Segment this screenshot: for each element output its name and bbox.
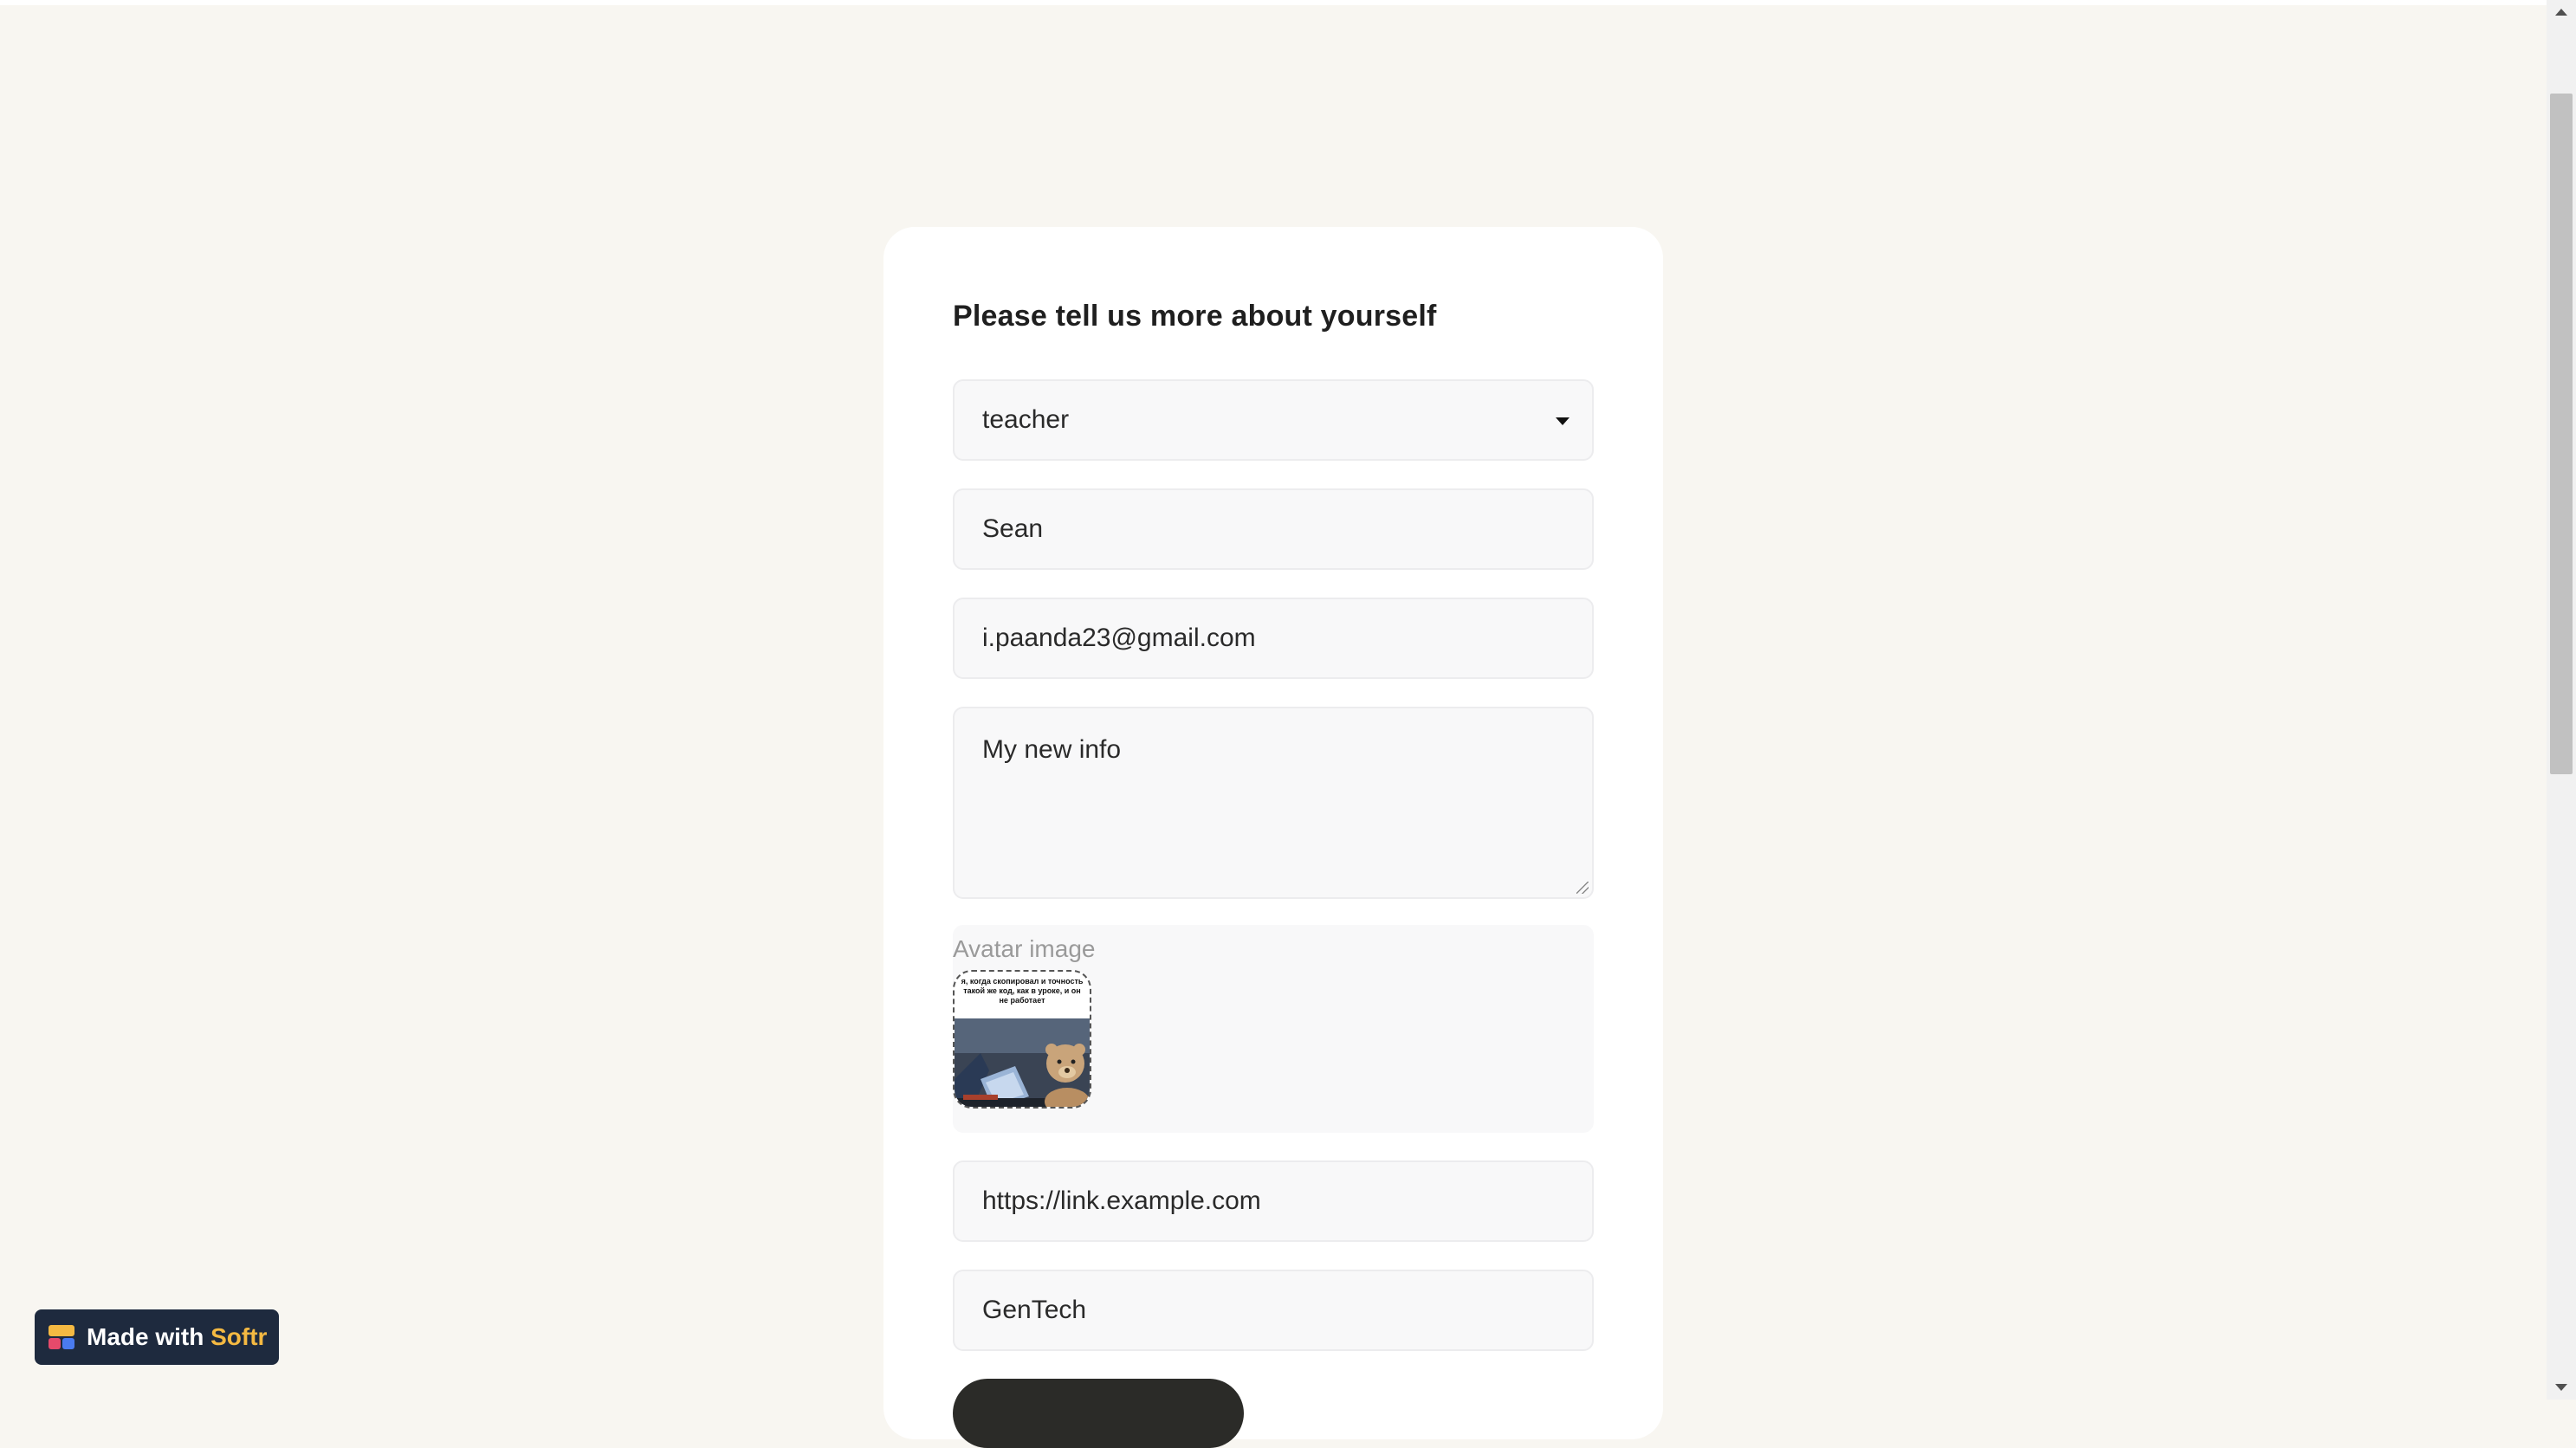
page-scrollbar[interactable] (2547, 0, 2576, 1400)
badge-brand: Softr (210, 1323, 268, 1350)
top-edge (0, 0, 2547, 5)
avatar-image (955, 1018, 1090, 1107)
name-input-value: Sean (982, 514, 1044, 543)
made-with-softr-badge[interactable]: Made with Softr (35, 1309, 279, 1365)
about-textarea-value: My new info (982, 735, 1122, 764)
role-select-value: teacher (982, 405, 1070, 434)
avatar-image-caption: я, когда скопировал и точность такой же … (961, 977, 1084, 1005)
submit-button[interactable] (953, 1379, 1244, 1448)
company-input[interactable]: GenTech (953, 1270, 1594, 1351)
scroll-up-icon[interactable] (2555, 9, 2567, 16)
resize-handle-icon[interactable] (1576, 882, 1589, 894)
link-input-value: https://link.example.com (982, 1186, 1261, 1215)
email-field[interactable]: i.paanda23@gmail.com (953, 598, 1594, 679)
badge-prefix: Made with (87, 1323, 204, 1350)
name-input[interactable]: Sean (953, 488, 1594, 570)
email-field-value: i.paanda23@gmail.com (982, 624, 1256, 652)
form-card: Please tell us more about yourself teach… (883, 227, 1663, 1448)
page-title: Please tell us more about yourself (953, 300, 1437, 333)
avatar-upload[interactable]: Avatar image я, когда скопировал и точно… (953, 925, 1594, 1133)
scrollbar-thumb[interactable] (2550, 94, 2573, 774)
about-textarea[interactable]: My new info (953, 707, 1594, 899)
avatar-thumbnail[interactable]: я, когда скопировал и точность такой же … (953, 970, 1091, 1109)
caret-down-icon (1556, 417, 1570, 425)
avatar-label: Avatar image (953, 935, 1096, 962)
badge-label: Made with Softr (87, 1323, 267, 1351)
role-select[interactable]: teacher (953, 379, 1594, 461)
link-input[interactable]: https://link.example.com (953, 1160, 1594, 1242)
scroll-down-icon[interactable] (2555, 1384, 2567, 1391)
company-input-value: GenTech (982, 1296, 1087, 1324)
softr-logo-icon (47, 1322, 76, 1352)
